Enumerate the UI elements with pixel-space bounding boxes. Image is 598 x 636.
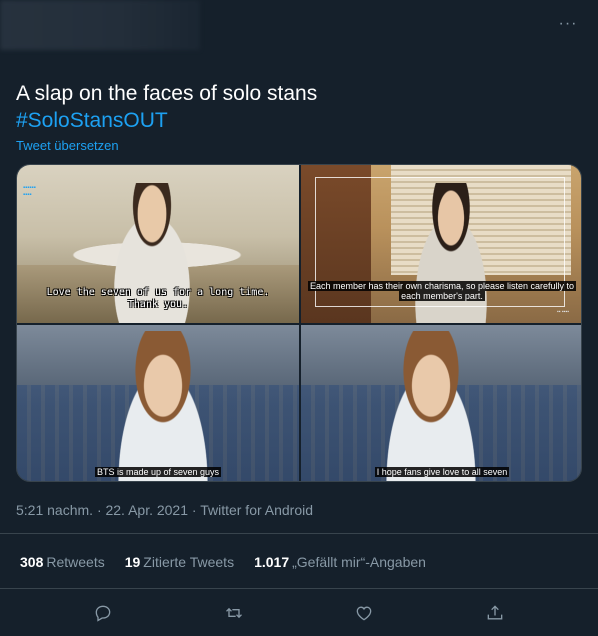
media-photo-1[interactable]: ▪▪▪▪▪▪ ▪▪▪▪ Love the seven of us for a lo… <box>17 165 299 323</box>
reply-icon[interactable] <box>91 601 115 625</box>
subtitle-line: Love the seven of us for a long time. <box>46 287 270 298</box>
subtitle-line: Each member has their own charisma, so p… <box>307 281 577 291</box>
action-bar <box>0 598 598 628</box>
subtitle-line: BTS is made up of seven guys <box>94 467 222 477</box>
tweet-timestamp[interactable]: 5:21 nachm. · 22. Apr. 2021 · Twitter fo… <box>16 502 313 518</box>
tweet-body: A slap on the faces of solo stans <box>16 82 318 105</box>
photo-person <box>371 331 491 481</box>
watermark: ▪▪ ▪▪▪▪ <box>556 309 569 315</box>
more-icon[interactable]: ··· <box>556 12 580 36</box>
tweet-detail: ··· A slap on the faces of solo stans #S… <box>0 0 598 636</box>
photo-subtitle: Each member has their own charisma, so p… <box>301 281 581 301</box>
media-photo-2[interactable]: Each member has their own charisma, so p… <box>301 165 581 323</box>
tweet-text: A slap on the faces of solo stans #SoloS… <box>16 80 576 134</box>
divider <box>0 588 598 589</box>
media-photo-4[interactable]: I hope fans give love to all seven <box>301 325 581 481</box>
subtitle-line: I hope fans give love to all seven <box>374 467 510 477</box>
likes-stat[interactable]: 1.017 „Gefällt mir“-Angaben <box>254 554 426 570</box>
quote-tweets-stat[interactable]: 19 Zitierte Tweets <box>125 554 234 570</box>
media-grid: ▪▪▪▪▪▪ ▪▪▪▪ Love the seven of us for a lo… <box>16 164 582 482</box>
quotes-label: Zitierte Tweets <box>143 554 235 570</box>
subtitle-line: Thank you. <box>127 299 189 310</box>
media-photo-3[interactable]: BTS is made up of seven guys <box>17 325 299 481</box>
translate-tweet-link[interactable]: Tweet übersetzen <box>16 138 119 153</box>
blurred-author-header <box>0 0 200 50</box>
photo-person <box>103 331 223 481</box>
show-logo: ▪▪▪▪▪▪ ▪▪▪▪ <box>23 185 36 198</box>
photo-subtitle: Love the seven of us for a long time. Th… <box>17 287 299 311</box>
retweets-stat[interactable]: 308 Retweets <box>20 554 105 570</box>
retweets-label: Retweets <box>46 554 105 570</box>
subtitle-line: each member's part. <box>399 291 485 301</box>
likes-label: „Gefällt mir“-Angaben <box>292 554 426 570</box>
photo-subtitle: BTS is made up of seven guys <box>17 467 299 477</box>
quotes-count: 19 <box>124 554 141 570</box>
likes-count: 1.017 <box>254 554 290 570</box>
retweet-icon[interactable] <box>222 601 246 625</box>
photo-subtitle: I hope fans give love to all seven <box>301 467 581 477</box>
retweets-count: 308 <box>20 554 44 570</box>
divider <box>0 533 598 534</box>
hashtag-link[interactable]: #SoloStansOUT <box>16 107 576 134</box>
share-icon[interactable] <box>483 601 507 625</box>
engagement-stats: 308 Retweets 19 Zitierte Tweets 1.017 „Gefä… <box>20 554 426 570</box>
like-icon[interactable] <box>352 601 376 625</box>
